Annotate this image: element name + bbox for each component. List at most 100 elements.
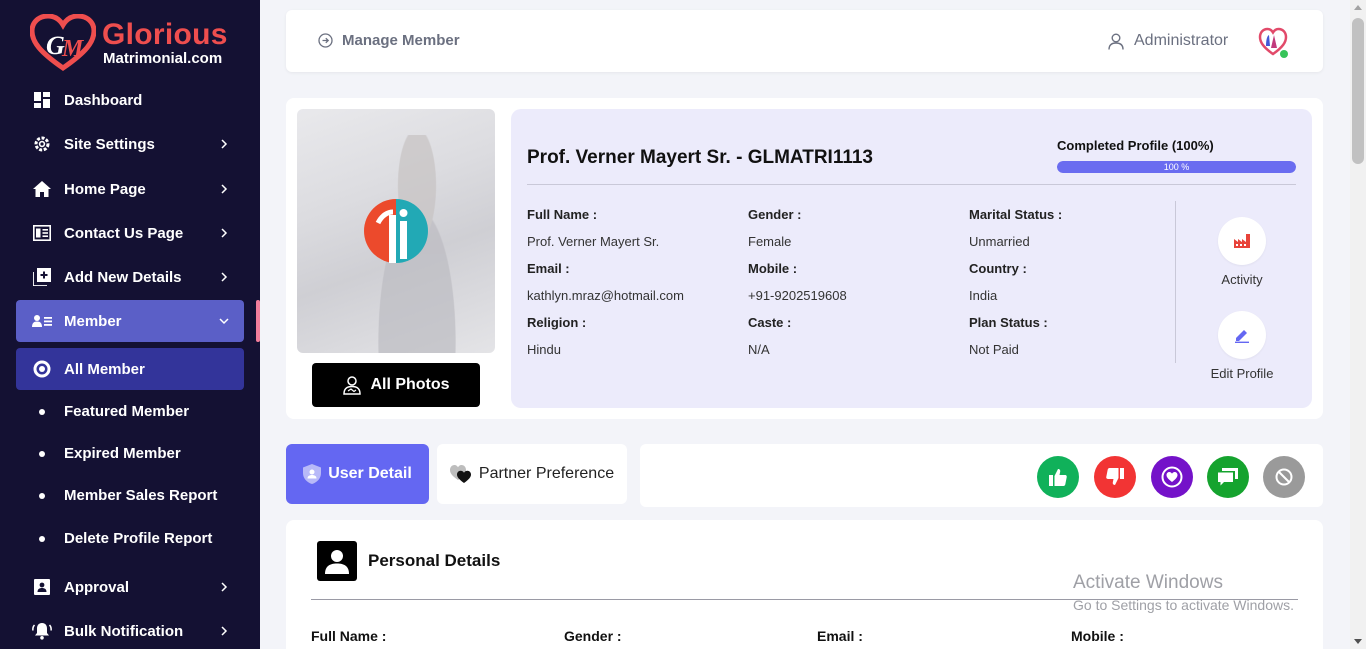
sidebar-item-contact-us-page[interactable]: Contact Us Page — [16, 212, 244, 254]
thumbs-down-icon — [1106, 468, 1124, 485]
tab-user-detail[interactable]: User Detail — [286, 444, 429, 504]
chevron-right-icon — [221, 582, 228, 592]
heart-circle-icon — [1161, 466, 1183, 488]
bell-ringing-icon — [32, 621, 52, 641]
dashboard-icon — [32, 90, 52, 110]
gender-value: Female — [748, 234, 792, 249]
marital-status-value: Unmarried — [969, 234, 1030, 249]
sidebar-item-bulk-notification[interactable]: Bulk Notification — [16, 610, 244, 649]
sidebar: G M Glorious Matrimonial.com Dashboard S… — [0, 0, 260, 649]
caste-label: Caste : — [748, 315, 792, 330]
sidebar-item-member[interactable]: Member — [16, 300, 244, 342]
sidebar-subitem-expired-member[interactable]: Expired Member — [16, 433, 244, 473]
sidebar-subitem-member-sales-report[interactable]: Member Sales Report — [16, 475, 244, 515]
sidebar-item-home-page[interactable]: Home Page — [16, 168, 244, 210]
chevron-right-icon — [221, 139, 228, 149]
sidebar-item-label: Approval — [64, 578, 130, 596]
brand-watermark-icon — [364, 199, 428, 263]
personal-details-title: Personal Details — [368, 551, 501, 570]
sidebar-item-label: Featured Member — [64, 402, 190, 420]
home-icon — [32, 179, 52, 199]
chevron-down-icon — [219, 318, 229, 325]
sidebar-item-label: Member Sales Report — [64, 486, 218, 504]
sidebar-item-site-settings[interactable]: Site Settings — [16, 123, 244, 165]
chevron-right-icon — [221, 184, 228, 194]
windows-watermark-sub: Go to Settings to activate Windows. — [1073, 597, 1294, 613]
brand-name: Glorious — [102, 18, 228, 51]
caste-value: N/A — [748, 342, 770, 357]
sidebar-item-label: All Member — [64, 360, 145, 378]
sidebar-subitem-delete-profile-report[interactable]: Delete Profile Report — [16, 518, 244, 558]
user-menu[interactable]: Administrator — [1108, 32, 1228, 50]
scroll-up-icon[interactable] — [1354, 5, 1362, 10]
chevron-right-icon — [221, 228, 228, 238]
activity-button[interactable] — [1218, 217, 1266, 265]
full-name-value: Prof. Verner Mayert Sr. — [527, 234, 660, 249]
edit-profile-button[interactable] — [1218, 311, 1266, 359]
pd-mobile-label: Mobile : — [1071, 628, 1124, 644]
country-value: India — [969, 288, 998, 303]
sidebar-item-label: Site Settings — [64, 135, 155, 153]
sidebar-item-label: Add New Details — [64, 268, 182, 286]
chat-bubbles-icon — [1218, 468, 1238, 486]
sidebar-item-label: Member — [64, 312, 122, 330]
user-name: Administrator — [1134, 32, 1229, 49]
block-icon — [1275, 468, 1293, 486]
brand-sub: Matrimonial.com — [103, 50, 223, 67]
dislike-button[interactable] — [1094, 456, 1136, 498]
scroll-down-icon[interactable] — [1354, 639, 1362, 644]
sidebar-subitem-featured-member[interactable]: Featured Member — [16, 391, 244, 431]
email-value: kathlyn.mraz@hotmail.com — [527, 288, 684, 303]
tab-label: User Detail — [328, 465, 412, 482]
pd-gender-label: Gender : — [564, 628, 622, 644]
email-label: Email : — [527, 261, 570, 276]
profile-info-panel: Prof. Verner Mayert Sr. - GLMATRI1113 Co… — [511, 109, 1312, 408]
completed-profile-label: Completed Profile (100%) — [1057, 138, 1214, 153]
avatar[interactable] — [1258, 26, 1290, 60]
like-button[interactable] — [1037, 456, 1079, 498]
all-photos-button[interactable]: All Photos — [312, 363, 480, 407]
block-button[interactable] — [1263, 456, 1305, 498]
plan-status-value: Not Paid — [969, 342, 1019, 357]
edit-profile-label: Edit Profile — [1210, 366, 1274, 381]
pd-full-name-label: Full Name : — [311, 628, 387, 644]
full-name-label: Full Name : — [527, 207, 598, 222]
mobile-value: +91-9202519608 — [748, 288, 847, 303]
pd-email-label: Email : — [817, 628, 863, 644]
windows-watermark-title: Activate Windows — [1073, 572, 1223, 593]
member-list-icon — [32, 311, 52, 331]
activity-label: Activity — [1221, 272, 1263, 287]
profile-photo[interactable] — [297, 109, 495, 353]
arrow-circle-right-icon — [318, 33, 333, 48]
plan-status-label: Plan Status : — [969, 315, 1048, 330]
religion-value: Hindu — [527, 342, 561, 357]
sidebar-item-label: Contact Us Page — [64, 224, 184, 242]
breadcrumb[interactable]: Manage Member — [318, 32, 460, 49]
logo-heart-icon: G M — [30, 14, 96, 72]
chat-button[interactable] — [1207, 456, 1249, 498]
profile-progress-bar: 100 % — [1057, 161, 1296, 173]
info-divider — [527, 184, 1296, 185]
all-photos-label: All Photos — [370, 376, 450, 393]
approval-icon — [32, 577, 52, 597]
sidebar-item-add-new-details[interactable]: Add New Details — [16, 256, 244, 298]
contact-card-icon — [32, 223, 52, 243]
tab-label: Partner Preference — [478, 465, 615, 482]
add-box-icon — [32, 267, 52, 287]
tab-partner-preference[interactable]: Partner Preference — [437, 444, 627, 504]
favorite-button[interactable] — [1151, 456, 1193, 498]
member-action-bar — [640, 444, 1323, 507]
brand-logo[interactable]: G M Glorious Matrimonial.com — [30, 14, 240, 72]
page-scrollbar[interactable] — [1350, 0, 1366, 649]
actions-divider — [1175, 201, 1176, 363]
sidebar-item-label: Home Page — [64, 180, 146, 198]
religion-label: Religion : — [527, 315, 587, 330]
marital-status-label: Marital Status : — [969, 207, 1063, 222]
user-icon — [1108, 33, 1124, 50]
sidebar-item-label: Dashboard — [64, 91, 143, 109]
sidebar-item-dashboard[interactable]: Dashboard — [16, 79, 244, 121]
sidebar-item-approval[interactable]: Approval — [16, 566, 244, 608]
chevron-right-icon — [221, 626, 228, 636]
sidebar-subitem-all-member[interactable]: All Member — [16, 348, 244, 390]
scroll-thumb[interactable] — [1352, 18, 1364, 164]
